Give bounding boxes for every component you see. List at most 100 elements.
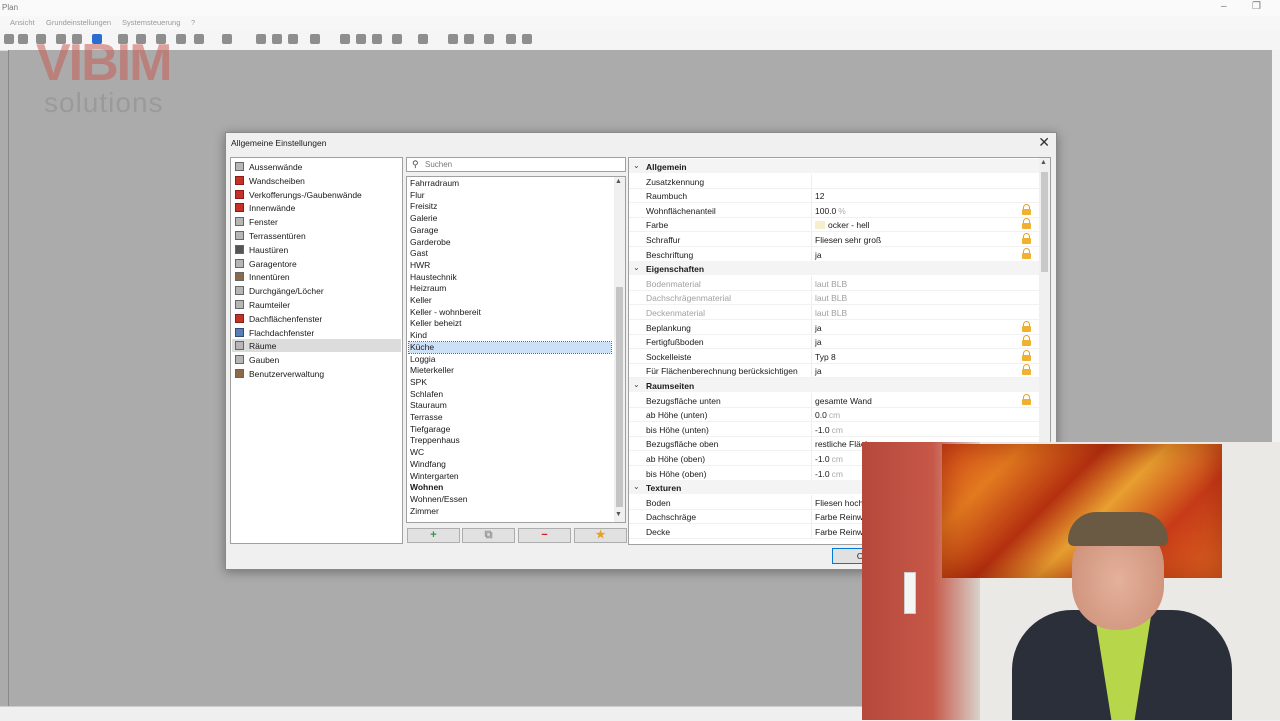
property-section-header[interactable]: ⌄ Raumseiten <box>629 378 1039 392</box>
toolbar-tool-icon[interactable] <box>484 34 494 44</box>
room-list-item[interactable]: WC <box>409 447 611 458</box>
room-list-item[interactable]: Haustechnik <box>409 272 611 283</box>
room-list-item[interactable]: Küche <box>408 340 612 354</box>
unlock-icon[interactable] <box>1021 203 1032 215</box>
search-input[interactable] <box>425 158 615 170</box>
maximize-icon[interactable]: ❐ <box>1252 1 1261 12</box>
room-list-item[interactable]: Loggia <box>409 354 611 365</box>
room-list-item[interactable]: Keller - wohnbereit <box>409 307 611 318</box>
property-section-header[interactable]: ⌄ Allgemein <box>629 159 1039 173</box>
property-value[interactable]: -1.0 cm <box>815 469 843 479</box>
category-item[interactable]: Fenster <box>232 215 401 228</box>
property-value[interactable]: 100.0% <box>815 206 846 216</box>
room-list-item[interactable]: Kind <box>409 330 611 341</box>
category-item[interactable]: Terrassentüren <box>232 229 401 242</box>
property-row[interactable]: bis Höhe (unten) -1.0 cm <box>629 421 1039 437</box>
room-list-item[interactable]: Mieterkeller <box>409 365 611 376</box>
menu-systemsteuerung[interactable]: Systemsteuerung <box>122 18 180 27</box>
scroll-down-icon[interactable]: ▼ <box>615 511 622 518</box>
category-item[interactable]: Durchgänge/Löcher <box>232 284 401 297</box>
menu-help[interactable]: ? <box>191 18 195 27</box>
minimize-icon[interactable]: – <box>1221 1 1227 12</box>
category-item[interactable]: Wandscheiben <box>232 174 401 187</box>
chevron-down-icon[interactable]: ⌄ <box>633 263 640 272</box>
room-list-item[interactable]: Wintergarten <box>409 471 611 482</box>
toolbar-tool-icon[interactable] <box>372 34 382 44</box>
property-row[interactable]: Sockelleiste Typ 8 <box>629 348 1039 364</box>
property-value[interactable]: ja <box>815 337 822 347</box>
property-value[interactable]: ja <box>815 323 822 333</box>
property-value[interactable]: laut BLB <box>815 293 847 303</box>
property-value[interactable]: Typ 8 <box>815 352 836 362</box>
room-list-item[interactable]: Garderobe <box>409 237 611 248</box>
toolbar-tool-icon[interactable] <box>222 34 232 44</box>
unlock-icon[interactable] <box>1021 364 1032 376</box>
room-list-item[interactable]: HWR <box>409 260 611 271</box>
room-list-item[interactable]: Keller beheizt <box>409 318 611 329</box>
toolbar-tool-icon[interactable] <box>288 34 298 44</box>
property-row[interactable]: Raumbuch 12 <box>629 188 1039 204</box>
room-list-item[interactable]: Wohnen/Essen <box>409 494 611 505</box>
toolbar-tool-icon[interactable] <box>356 34 366 44</box>
room-list-item[interactable]: Garage <box>409 225 611 236</box>
property-value[interactable]: gesamte Wand <box>815 396 872 406</box>
room-list-item[interactable]: Schlafen <box>409 389 611 400</box>
room-list-item[interactable]: Fahrradraum <box>409 178 611 189</box>
scroll-thumb[interactable] <box>1041 172 1048 272</box>
property-row[interactable]: Beschriftung ja <box>629 246 1039 262</box>
room-list-item[interactable]: Galerie <box>409 213 611 224</box>
room-list-item[interactable]: Tiefgarage <box>409 424 611 435</box>
category-item[interactable]: Raumteiler <box>232 298 401 311</box>
room-list-item[interactable]: Windfang <box>409 459 611 470</box>
unlock-icon[interactable] <box>1021 320 1032 332</box>
category-item[interactable]: Aussenwände <box>232 160 401 173</box>
unlock-icon[interactable] <box>1021 218 1032 230</box>
property-value[interactable]: laut BLB <box>815 308 847 318</box>
remove-room-button[interactable]: − <box>518 528 571 543</box>
category-item[interactable]: Benutzerverwaltung <box>232 367 401 380</box>
unlock-icon[interactable] <box>1021 335 1032 347</box>
property-row[interactable]: Für Flächenberechnung berücksichtigen ja <box>629 363 1039 379</box>
property-value[interactable]: ocker - hell <box>815 220 870 230</box>
property-row[interactable]: Farbe ocker - hell <box>629 217 1039 233</box>
room-list-item[interactable]: SPK <box>409 377 611 388</box>
category-item[interactable]: Gauben <box>232 353 401 366</box>
add-room-button[interactable]: + <box>407 528 460 543</box>
property-value[interactable]: -1.0 cm <box>815 425 843 435</box>
chevron-down-icon[interactable]: ⌄ <box>633 482 640 491</box>
property-row[interactable]: Bodenmaterial laut BLB <box>629 275 1039 291</box>
property-section-header[interactable]: ⌄ Eigenschaften <box>629 261 1039 276</box>
property-row[interactable]: Dachschrägenmaterial laut BLB <box>629 290 1039 306</box>
property-row[interactable]: Wohnflächenanteil 100.0% <box>629 202 1039 218</box>
property-value[interactable]: laut BLB <box>815 279 847 289</box>
category-item[interactable]: Innentüren <box>232 270 401 283</box>
toolbar-tool-icon[interactable] <box>340 34 350 44</box>
room-list-item[interactable]: Gast <box>409 248 611 259</box>
property-value[interactable]: 12 <box>815 191 824 201</box>
property-row[interactable]: Schraffur Fliesen sehr groß <box>629 232 1039 247</box>
property-value[interactable]: -1.0 cm <box>815 454 843 464</box>
scroll-up-icon[interactable]: ▲ <box>1040 159 1047 166</box>
scroll-thumb[interactable] <box>616 287 623 507</box>
property-value[interactable]: 0.0 cm <box>815 410 840 420</box>
property-row[interactable]: Fertigfußboden ja <box>629 334 1039 350</box>
property-value[interactable]: ja <box>815 250 822 260</box>
toolbar-tool-icon[interactable] <box>464 34 474 44</box>
room-list-item[interactable]: Stauraum <box>409 400 611 411</box>
room-list-item[interactable]: Freisitz <box>409 201 611 212</box>
property-row[interactable]: Zusatzkennung <box>629 173 1039 189</box>
property-value[interactable]: Fliesen hoch <box>815 498 863 508</box>
property-value[interactable]: Farbe Reinwe <box>815 512 868 522</box>
category-item[interactable]: Haustüren <box>232 243 401 256</box>
toolbar-tool-icon[interactable] <box>506 34 516 44</box>
property-row[interactable]: Bezugsfläche unten gesamte Wand <box>629 392 1039 408</box>
unlock-icon[interactable] <box>1021 233 1032 244</box>
category-item[interactable]: Verkofferungs-/Gaubenwände <box>232 188 401 201</box>
room-list-item[interactable]: Treppenhaus <box>409 435 611 446</box>
category-item[interactable]: Flachdachfenster <box>232 326 401 339</box>
toolbar-tool-icon[interactable] <box>522 34 532 44</box>
room-list-item[interactable]: Keller <box>409 295 611 306</box>
toolbar-tool-icon[interactable] <box>4 34 14 44</box>
toolbar-tool-icon[interactable] <box>18 34 28 44</box>
property-row[interactable]: Deckenmaterial laut BLB <box>629 305 1039 320</box>
